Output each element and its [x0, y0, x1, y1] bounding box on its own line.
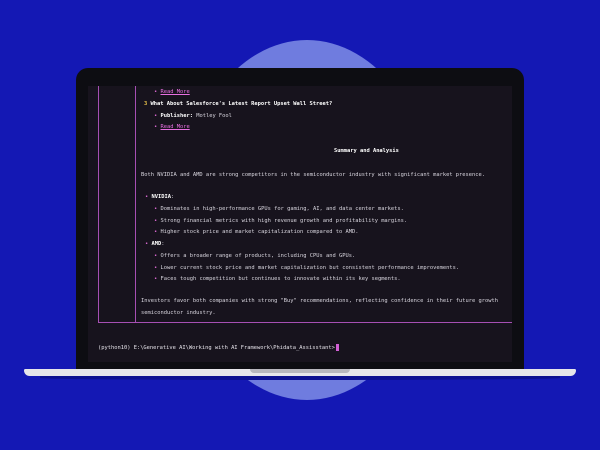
bullet-icon: • — [154, 253, 158, 259]
news-item-title: 3 What About Salesforce's Latest Report … — [144, 101, 332, 107]
bullet-icon: • — [154, 124, 158, 130]
bullet-icon: • — [154, 218, 158, 224]
amd-point: Lower current stock price and market cap… — [160, 265, 460, 271]
read-more-link[interactable]: Read More — [161, 89, 190, 95]
nvidia-point: Dominates in high-performance GPUs for g… — [160, 206, 404, 212]
list-item: • Dominates in high-performance GPUs for… — [154, 206, 404, 212]
bullet-icon: • — [145, 241, 149, 247]
conclusion-line-1: Investors favor both companies with stro… — [141, 298, 498, 304]
list-item: • Lower current stock price and market c… — [154, 265, 459, 271]
list-item: • Read More — [154, 124, 190, 130]
bullet-icon: • — [154, 265, 158, 271]
bullet-icon: • — [154, 89, 158, 95]
amd-label: AMD — [151, 241, 162, 247]
bullet-icon: • — [154, 229, 158, 235]
nvidia-label: NVIDIA — [151, 194, 171, 200]
laptop-notch — [250, 369, 350, 373]
laptop-shadow — [40, 376, 560, 380]
list-item: • Strong financial metrics with high rev… — [154, 218, 407, 224]
panel-divider — [135, 86, 136, 322]
item-number: 3 — [144, 101, 148, 107]
nvidia-heading: • NVIDIA: — [145, 194, 175, 200]
list-item: • Read More — [154, 89, 190, 95]
section-heading: Summary and Analysis — [334, 148, 399, 154]
list-item: • Faces tough competition but continues … — [154, 276, 401, 282]
conclusion-line-2: semiconductor industry. — [141, 310, 216, 316]
publisher-label: Publisher: — [160, 113, 193, 119]
prompt-text: (python10) E:\Generative AI\Working with… — [98, 345, 335, 351]
nvidia-point: Strong financial metrics with high reven… — [160, 218, 408, 224]
terminal-window[interactable]: • Read More 3 What About Salesforce's La… — [88, 86, 512, 362]
amd-heading: • AMD: — [145, 241, 165, 247]
nvidia-point: Higher stock price and market capitaliza… — [160, 229, 359, 235]
cursor-icon — [335, 344, 339, 351]
bullet-icon: • — [154, 206, 158, 212]
publisher-value: Motley Fool — [196, 113, 232, 119]
list-item: • Higher stock price and market capitali… — [154, 229, 358, 235]
list-item: • Publisher: Motley Fool — [154, 113, 232, 119]
amd-point: Faces tough competition but continues to… — [160, 276, 401, 282]
bullet-icon: • — [154, 113, 158, 119]
command-prompt[interactable]: (python10) E:\Generative AI\Working with… — [98, 344, 339, 351]
amd-point: Offers a broader range of products, incl… — [160, 253, 356, 259]
list-item: • Offers a broader range of products, in… — [154, 253, 355, 259]
bullet-icon: • — [154, 276, 158, 282]
bullet-icon: • — [145, 194, 149, 200]
item-title-text: What About Salesforce's Latest Report Up… — [150, 101, 333, 107]
intro-text: Both NVIDIA and AMD are strong competito… — [141, 172, 486, 178]
read-more-link[interactable]: Read More — [161, 124, 190, 130]
output-panel — [98, 86, 512, 323]
